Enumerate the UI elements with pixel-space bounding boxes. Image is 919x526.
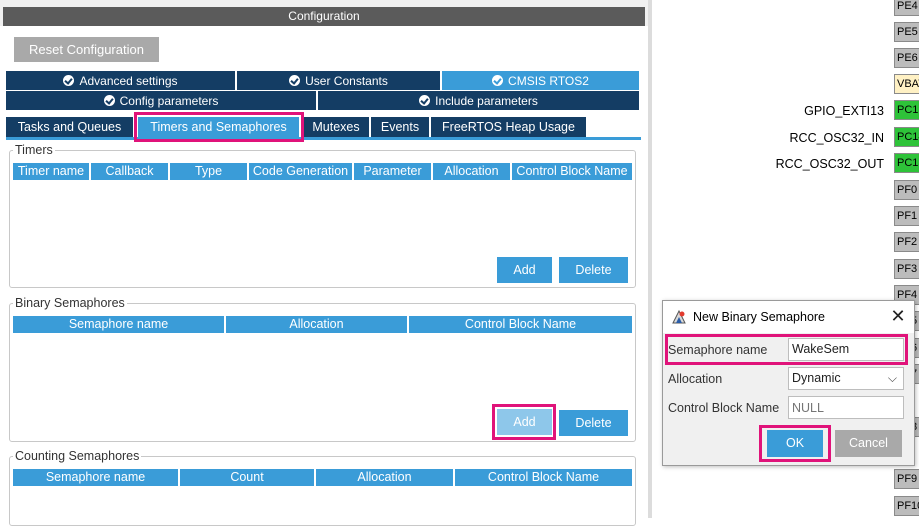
counting-col-header: Semaphore name [13,469,178,486]
timers-col-header: Callback [91,163,168,180]
pin-box[interactable]: PF9 [894,469,919,489]
counting-col-header: Allocation [316,469,453,486]
tab-label: Config parameters [119,93,219,108]
highlight-box [665,334,908,365]
check-circle-icon [103,95,115,106]
tab-label: CMSIS RTOS2 [508,73,589,88]
pin-label: RCC_OSC32_OUT [775,157,884,171]
highlight-box [492,404,556,440]
timers-col-header: Type [170,163,247,180]
tab-config-parameters[interactable]: Config parameters [6,91,316,110]
subtab-tasks-and-queues[interactable]: Tasks and Queues [6,117,133,137]
highlight-box [134,112,304,142]
pin-label: GPIO_EXTI13 [804,104,884,118]
pin-box[interactable]: PF2 [894,232,919,252]
counting-semaphores-title: Counting Semaphores [13,449,142,463]
timers-col-header: Parameter [354,163,431,180]
check-circle-icon [419,95,431,106]
counting-col-header: Control Block Name [455,469,632,486]
tab-advanced-settings[interactable]: Advanced settings [6,71,235,90]
pin-box[interactable]: PF1 [894,206,919,226]
timers-col-header: Code Generation [249,163,352,180]
control-block-name-input[interactable] [788,396,904,419]
new-binary-semaphore-dialog: New Binary Semaphore ✕ Semaphore name Wa… [662,300,915,466]
tab-label: Advanced settings [79,73,178,88]
binary-col-header: Control Block Name [409,316,632,333]
tab-user-constants[interactable]: User Constants [237,71,440,90]
control-block-name-label: Control Block Name [668,401,780,415]
binary-semaphores-title: Binary Semaphores [13,296,127,310]
subtab-freertos-heap-usage[interactable]: FreeRTOS Heap Usage [431,117,586,137]
timers-col-header: Timer name [13,163,89,180]
timers-col-header: Control Block Name [512,163,632,180]
pin-box[interactable]: PE6 [894,48,919,68]
counting-semaphores-group [9,456,636,526]
close-icon[interactable]: ✕ [888,306,908,326]
cancel-button[interactable]: Cancel [835,430,902,457]
pin-box[interactable]: PF10 [894,496,919,516]
pin-box[interactable]: PE4 [894,0,919,16]
allocation-label: Allocation [668,372,723,386]
timers-delete-button[interactable]: Delete [559,257,628,283]
timers-col-header: Allocation [433,163,510,180]
tab-label: Include parameters [435,93,538,108]
check-circle-icon [289,75,301,86]
check-circle-icon [63,75,75,86]
pin-label: RCC_OSC32_IN [789,131,884,145]
highlight-box [759,425,831,462]
counting-col-header: Count [180,469,314,486]
tab-include-parameters[interactable]: Include parameters [318,91,639,110]
timers-add-button[interactable]: Add [497,257,552,283]
subtab-underline [6,137,641,140]
pin-box[interactable]: PF3 [894,259,919,279]
pin-box[interactable]: PE5 [894,22,919,42]
panel-splitter[interactable] [648,0,652,518]
timers-group-title: Timers [13,143,55,157]
pin-box[interactable]: PF0 [894,180,919,200]
tab-label: User Constants [305,73,388,88]
subtab-mutexes[interactable]: Mutexes [303,117,369,137]
subtab-events[interactable]: Events [371,117,429,137]
chevron-down-icon: ⌵ [887,371,897,385]
tab-cmsis-rtos2[interactable]: CMSIS RTOS2 [442,71,639,90]
reset-configuration-button[interactable]: Reset Configuration [14,37,159,62]
configuration-title: Configuration [3,7,645,26]
pin-box[interactable]: PC14 [894,127,919,147]
binary-col-header: Semaphore name [13,316,224,333]
pin-box[interactable]: PC15 [894,153,919,173]
check-circle-icon [492,75,504,86]
binary-col-header: Allocation [226,316,407,333]
allocation-value: Dynamic [792,371,841,385]
allocation-select[interactable]: Dynamic ⌵ [788,367,904,390]
pin-box[interactable]: PC13 [894,100,919,120]
app-logo-icon [671,309,687,325]
dialog-title: New Binary Semaphore [693,310,826,324]
pin-box[interactable]: VBAT [894,74,919,94]
binary-delete-button[interactable]: Delete [559,410,628,436]
